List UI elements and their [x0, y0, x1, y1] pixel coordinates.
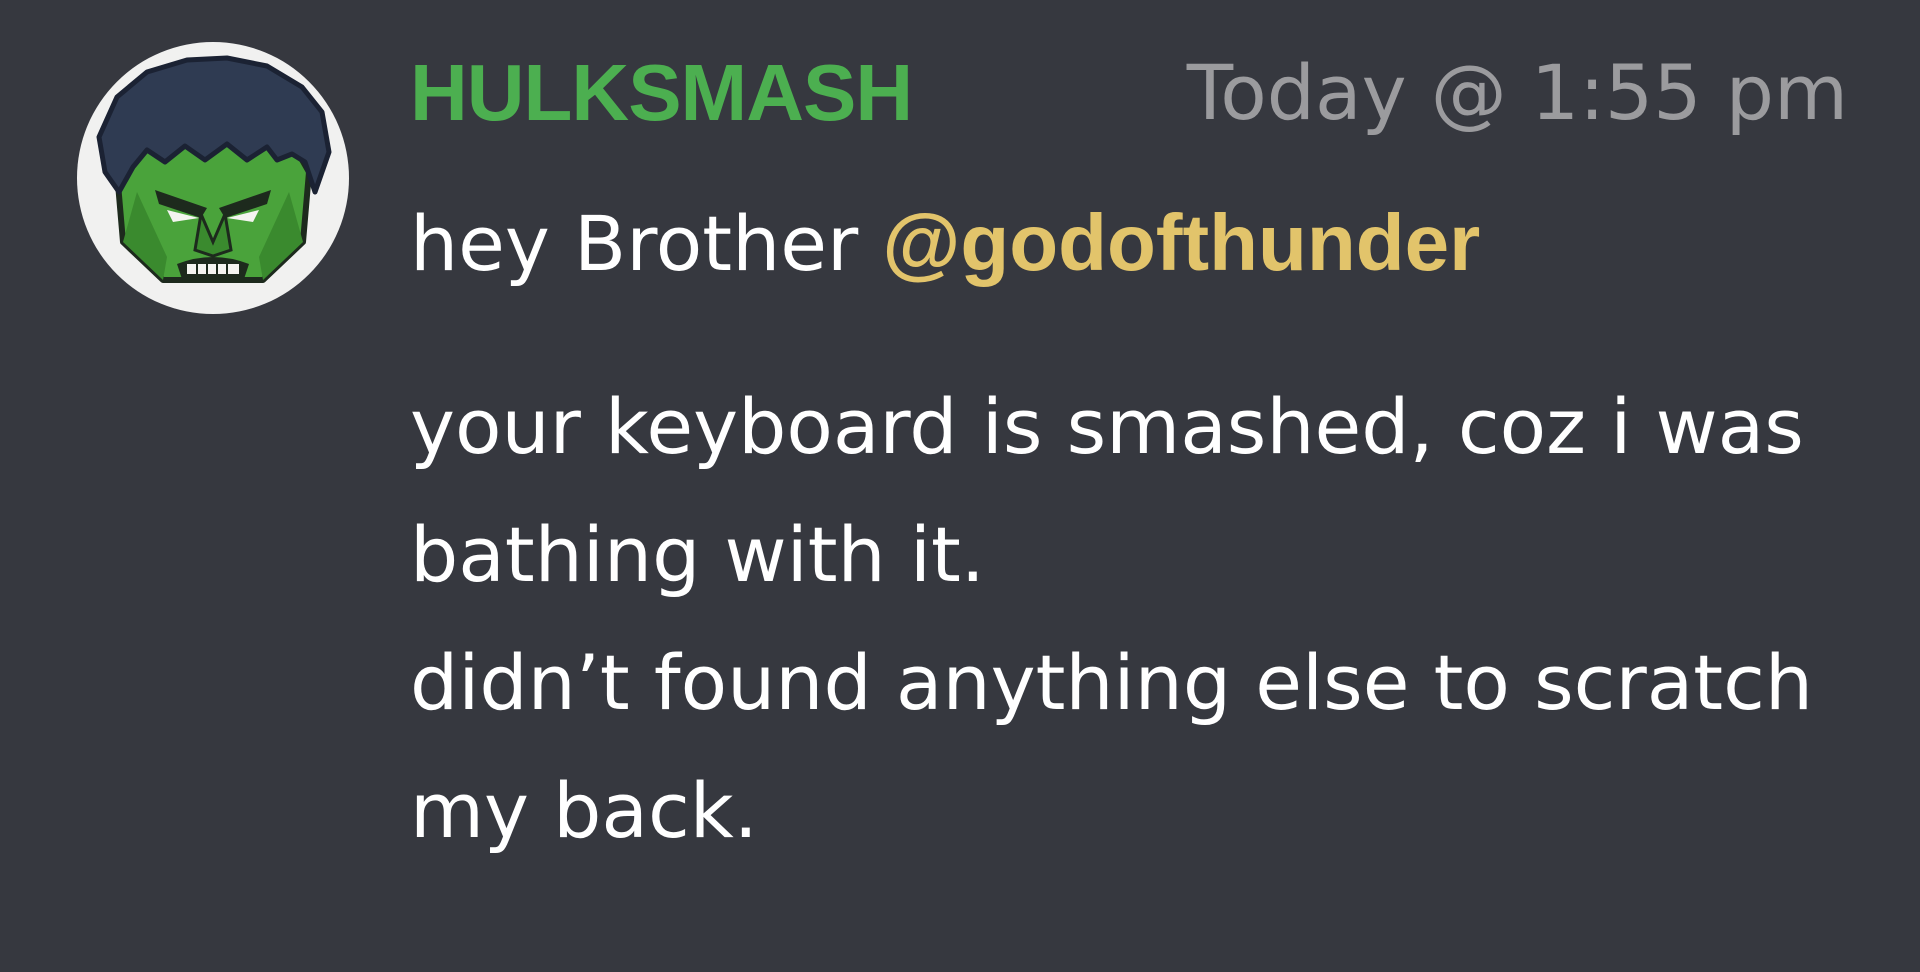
user-mention[interactable]: @godofthunder [882, 198, 1480, 287]
timestamp: Today @ 1:55 pm [1186, 48, 1848, 137]
message-line: your keyboard is smashed, coz i was [410, 382, 1804, 471]
message-line: hey Brother @godofthunder [410, 198, 1890, 326]
message-text: hey Brother [410, 199, 883, 288]
username[interactable]: HULKSMASH [410, 48, 913, 138]
message-line: bathing with it. [410, 510, 985, 599]
message-line: didn’t found anything else to scratch [410, 638, 1814, 727]
hulk-face-icon [96, 55, 332, 283]
avatar[interactable] [77, 42, 349, 314]
message-line: my back. [410, 766, 758, 855]
chat-message: HULKSMASH Today @ 1:55 pm hey Brother @g… [0, 0, 1920, 972]
message-body: hey Brother @godofthunder your keyboard … [410, 198, 1890, 894]
